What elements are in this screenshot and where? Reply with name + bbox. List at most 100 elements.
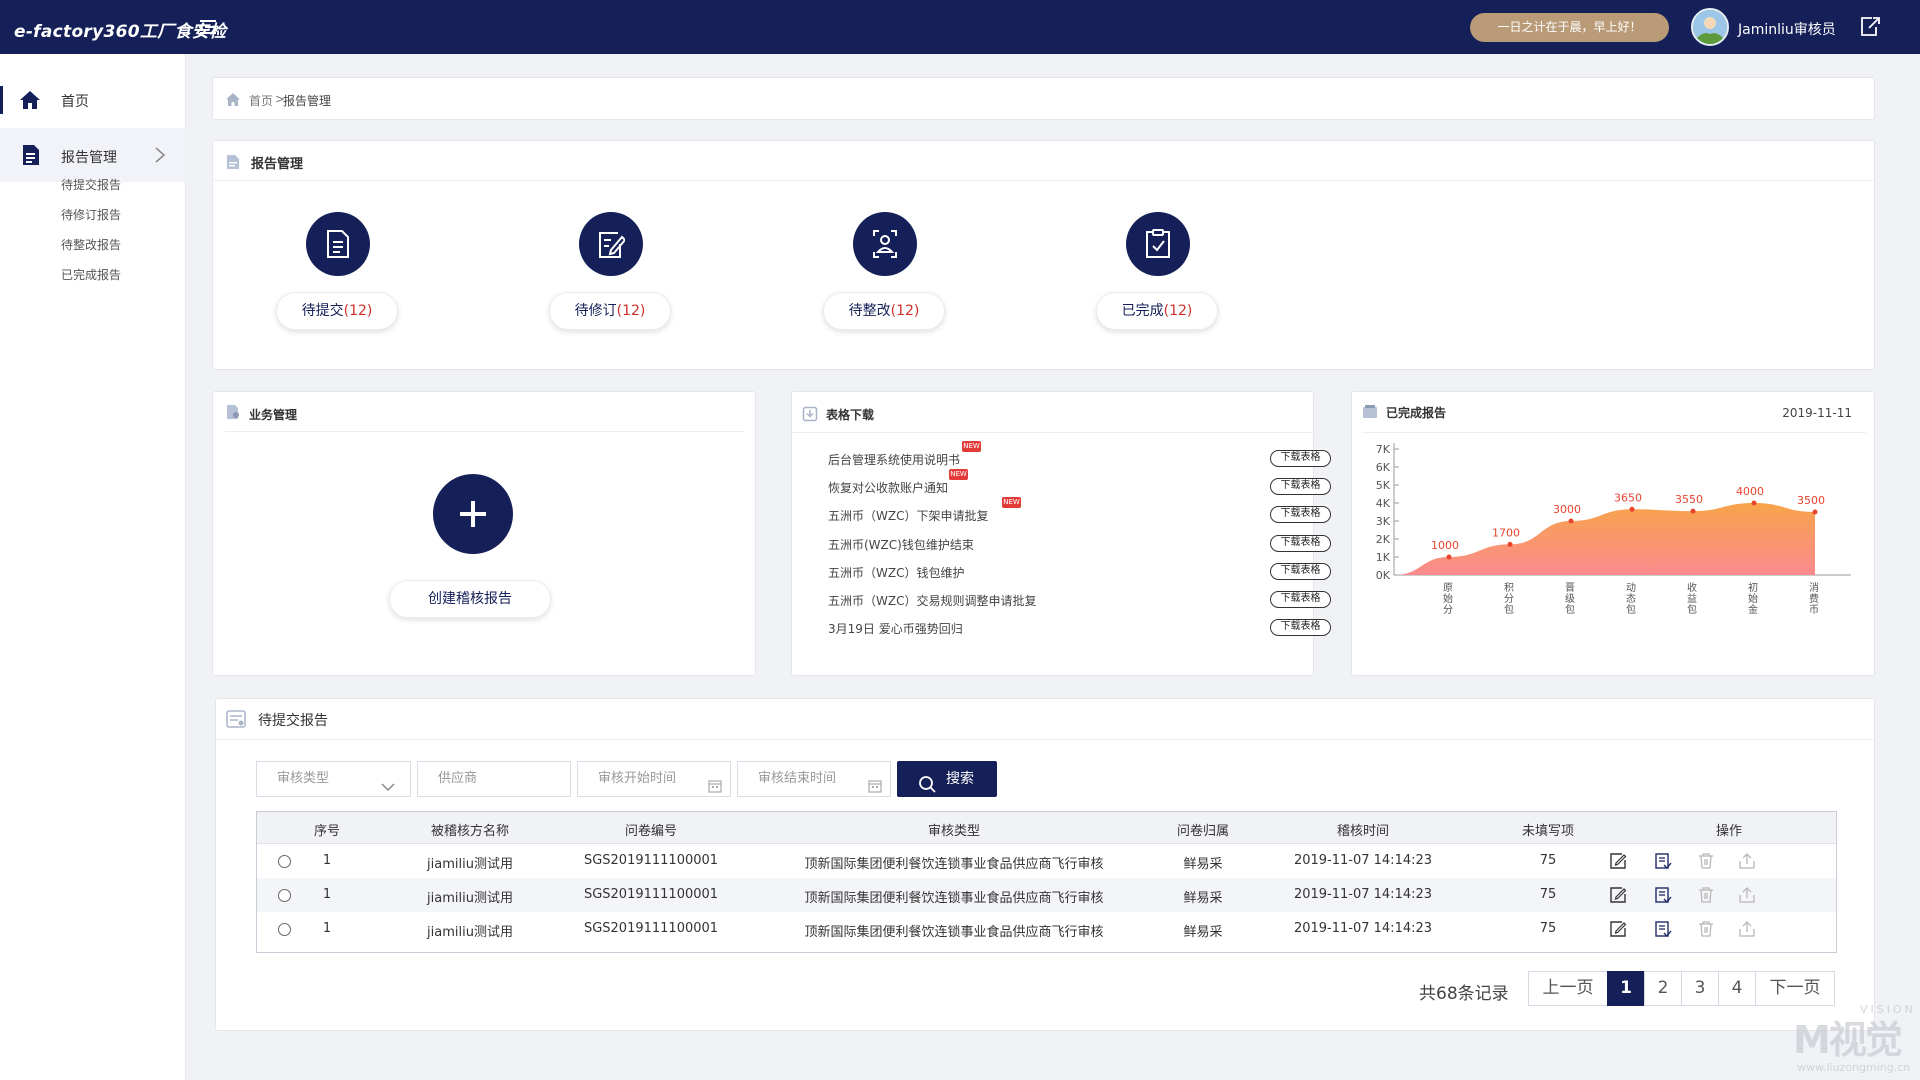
form-item-title[interactable]: 五洲币（WZC）下架申请批复 bbox=[828, 507, 988, 524]
row-select-radio[interactable] bbox=[278, 855, 291, 868]
business-management-panel: 业务管理 创建稽核报告 bbox=[212, 391, 756, 676]
cell-owner: 鲜易采 bbox=[1183, 891, 1223, 906]
column-header: 问卷归属 bbox=[1176, 824, 1230, 839]
cell-missing: 75 bbox=[1539, 887, 1557, 902]
form-item-title[interactable]: 3月19日 爱心币强势回归 bbox=[828, 620, 963, 637]
pager-page-4[interactable]: 4 bbox=[1718, 971, 1756, 1006]
pager-next-button[interactable]: 下一页 bbox=[1755, 971, 1835, 1006]
column-header: 问卷编号 bbox=[624, 824, 678, 839]
download-form-button[interactable]: 下载表格 bbox=[1270, 563, 1331, 580]
data-point bbox=[1812, 509, 1818, 515]
supplier-input[interactable]: 供应商 bbox=[417, 761, 571, 797]
pager-page-2[interactable]: 2 bbox=[1644, 971, 1682, 1006]
breadcrumb-home-link[interactable]: 首页 bbox=[249, 92, 273, 109]
data-point bbox=[1751, 500, 1757, 506]
watermark-logo: M视觉 bbox=[1793, 1018, 1903, 1062]
pager-prev-button[interactable]: 上一页 bbox=[1528, 971, 1608, 1006]
download-form-button[interactable]: 下载表格 bbox=[1270, 450, 1331, 467]
row-select-radio[interactable] bbox=[278, 923, 291, 936]
sidebar-subitem-completed[interactable]: 已完成报告 bbox=[61, 266, 121, 283]
create-audit-report-button[interactable]: 创建稽核报告 bbox=[389, 580, 551, 618]
cell-code: SGS2019111100001 bbox=[583, 921, 719, 936]
edit-icon[interactable] bbox=[1609, 886, 1627, 904]
user-avatar[interactable] bbox=[1691, 8, 1729, 46]
sidebar-subitem-pending-submit[interactable]: 待提交报告 bbox=[61, 176, 121, 193]
panel-title: 待提交报告 bbox=[258, 713, 328, 729]
divider bbox=[213, 180, 1874, 181]
download-form-button[interactable]: 下载表格 bbox=[1270, 535, 1331, 552]
submit-report-icon[interactable] bbox=[306, 212, 370, 276]
pending-reports-panel: 待提交报告 审核类型 供应商 审核开始时间 审核结束时间 搜索 序号 被稽核方名… bbox=[215, 698, 1875, 1031]
panel-title: 已完成报告 bbox=[1386, 406, 1447, 420]
search-button[interactable]: 搜索 bbox=[897, 761, 997, 797]
y-tick-label: 2K bbox=[1376, 533, 1391, 546]
select-placeholder: 审核类型 bbox=[277, 771, 330, 786]
form-item-title[interactable]: 五洲币(WZC)钱包维护结束 bbox=[828, 536, 974, 553]
upload-icon[interactable] bbox=[1738, 886, 1756, 904]
delete-icon[interactable] bbox=[1697, 920, 1715, 938]
stat-pending-rectify[interactable]: 待整改(12) bbox=[823, 292, 945, 330]
delete-icon[interactable] bbox=[1697, 852, 1715, 870]
download-form-button[interactable]: 下载表格 bbox=[1270, 619, 1331, 636]
audit-start-date-input[interactable]: 审核开始时间 bbox=[577, 761, 731, 797]
stat-pending-revise[interactable]: 待修订(12) bbox=[549, 292, 671, 330]
audit-type-select[interactable]: 审核类型 bbox=[256, 761, 411, 797]
sidebar-item-report-management[interactable]: 报告管理 bbox=[0, 128, 186, 182]
completed-report-icon[interactable] bbox=[1126, 212, 1190, 276]
download-form-button[interactable]: 下载表格 bbox=[1270, 506, 1331, 523]
row-select-radio[interactable] bbox=[278, 889, 291, 902]
pending-reports-table: 序号 被稽核方名称 问卷编号 审核类型 问卷归属 稽核时间 未填写项 操作 1 … bbox=[256, 811, 1837, 953]
form-item-title[interactable]: 五洲币（WZC）交易规则调整申请批复 bbox=[828, 592, 1036, 609]
stat-completed[interactable]: 已完成(12) bbox=[1096, 292, 1218, 330]
audit-end-date-input[interactable]: 审核结束时间 bbox=[737, 761, 891, 797]
y-tick-label: 6K bbox=[1376, 461, 1391, 474]
create-plus-icon[interactable] bbox=[433, 474, 513, 554]
y-tick-label: 4K bbox=[1376, 497, 1391, 510]
data-label: 4000 bbox=[1736, 485, 1764, 498]
report-management-panel: 报告管理 待提交(12) 待修订(12) 待整改(12) 已完成(12) bbox=[212, 140, 1875, 370]
rectify-report-icon[interactable] bbox=[853, 212, 917, 276]
brand-logo[interactable]: e-factory360工厂食安检 bbox=[14, 17, 226, 42]
edit-icon[interactable] bbox=[1609, 852, 1627, 870]
stat-pending-submit[interactable]: 待提交(12) bbox=[276, 292, 398, 330]
form-list-icon[interactable] bbox=[1654, 852, 1672, 870]
document-icon bbox=[225, 154, 241, 170]
user-name[interactable]: Jaminliu审核员 bbox=[1738, 19, 1836, 39]
cell-no: 1 bbox=[322, 921, 332, 936]
form-item-title[interactable]: 后台管理系统使用说明书 bbox=[828, 451, 960, 468]
table-row[interactable]: 1 jiamiliu测试用 SGS2019111100001 顶新国际集团便利餐… bbox=[257, 844, 1836, 878]
upload-icon[interactable] bbox=[1738, 852, 1756, 870]
pager-page-1[interactable]: 1 bbox=[1607, 971, 1645, 1006]
form-item-title[interactable]: 恢复对公收款账户通知 bbox=[828, 479, 948, 496]
breadcrumb: 首页 > 报告管理 bbox=[212, 77, 1875, 120]
download-form-button[interactable]: 下载表格 bbox=[1270, 591, 1331, 608]
download-form-button[interactable]: 下载表格 bbox=[1270, 478, 1331, 495]
sidebar-subitem-pending-rectify[interactable]: 待整改报告 bbox=[61, 236, 121, 253]
form-item-title[interactable]: 五洲币（WZC）钱包维护 bbox=[828, 564, 964, 581]
input-placeholder: 供应商 bbox=[438, 771, 478, 786]
sidebar-item-home[interactable]: 首页 bbox=[0, 78, 186, 122]
edit-icon[interactable] bbox=[1609, 920, 1627, 938]
x-tick-label: 消费币 bbox=[1809, 581, 1819, 616]
form-item: 五洲币（WZC）交易规则调整申请批复 下载表格 bbox=[828, 590, 1331, 610]
table-row[interactable]: 1 jiamiliu测试用 SGS2019111100001 顶新国际集团便利餐… bbox=[257, 912, 1836, 946]
delete-icon[interactable] bbox=[1697, 886, 1715, 904]
table-row[interactable]: 1 jiamiliu测试用 SGS2019111100001 顶新国际集团便利餐… bbox=[257, 878, 1836, 912]
completed-reports-panel: 已完成报告 2019-11-11 0K 1K 2K 3K 4K 5K 6K 7K 1000 原始分… bbox=[1351, 391, 1875, 676]
pager-page-3[interactable]: 3 bbox=[1681, 971, 1719, 1006]
active-indicator bbox=[0, 86, 3, 114]
cell-name: jiamiliu测试用 bbox=[427, 891, 513, 906]
stat-count: (12) bbox=[616, 303, 646, 319]
revise-report-icon[interactable] bbox=[579, 212, 643, 276]
menu-toggle-icon[interactable] bbox=[198, 17, 218, 37]
form-list-icon[interactable] bbox=[1654, 920, 1672, 938]
sidebar-subitem-pending-revise[interactable]: 待修订报告 bbox=[61, 206, 121, 223]
upload-icon[interactable] bbox=[1738, 920, 1756, 938]
form-list-icon[interactable] bbox=[1654, 886, 1672, 904]
panel-title: 业务管理 bbox=[249, 408, 298, 422]
form-item: 五洲币（WZC）钱包维护 下载表格 bbox=[828, 562, 1331, 582]
cell-time: 2019-11-07 14:14:23 bbox=[1293, 887, 1433, 902]
y-tick-label: 1K bbox=[1376, 551, 1391, 564]
logout-icon[interactable] bbox=[1860, 16, 1881, 37]
stat-count: (12) bbox=[1163, 303, 1193, 319]
